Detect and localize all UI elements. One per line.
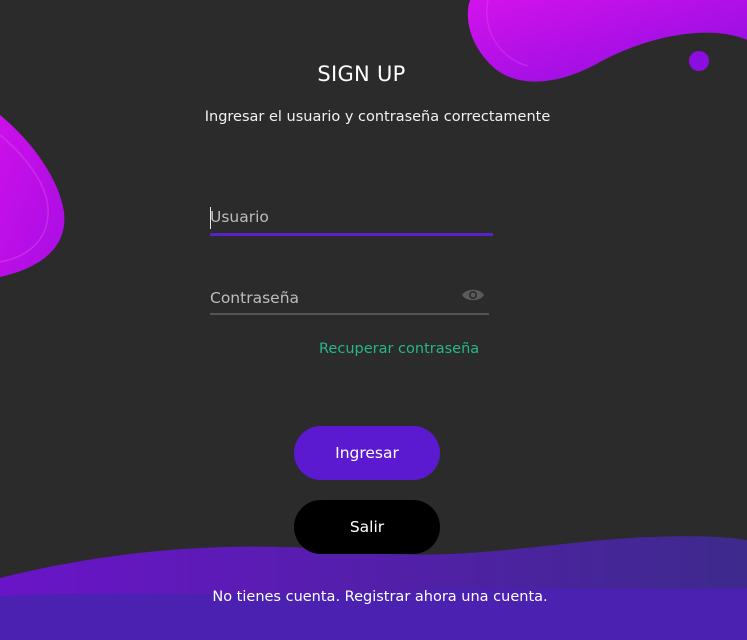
sign-up-screen: SIGN UP Ingresar el usuario y contraseña… [0, 0, 747, 640]
eye-icon[interactable] [461, 286, 485, 304]
left-blob [0, 115, 65, 277]
register-link[interactable]: No tienes cuenta. Registrar ahora una cu… [0, 589, 747, 605]
password-field[interactable] [210, 286, 489, 315]
recover-password-link[interactable]: Recuperar contraseña [319, 341, 479, 357]
username-input[interactable] [210, 205, 493, 229]
login-button[interactable]: Ingresar [294, 426, 440, 480]
username-underline [210, 233, 493, 236]
page-title: SIGN UP [317, 62, 406, 86]
password-underline [210, 313, 489, 315]
page-subtitle: Ingresar el usuario y contraseña correct… [204, 109, 551, 125]
text-cursor [210, 207, 211, 229]
exit-button[interactable]: Salir [294, 500, 440, 554]
password-input[interactable] [210, 286, 450, 310]
username-field[interactable] [210, 205, 493, 236]
